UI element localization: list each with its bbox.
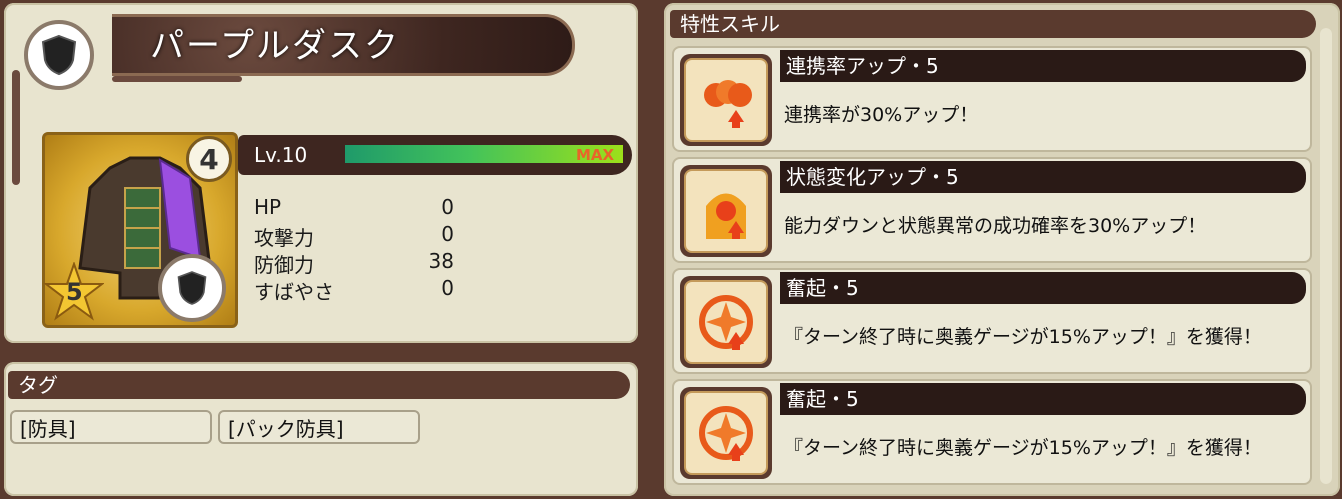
skill-description: 能力ダウンと状態異常の成功確率を30%アップ！ [784,215,1207,237]
stat-row: 攻撃力 0 [254,222,454,250]
skill-description: 『ターン終了時に奥義ゲージが15%アップ！』を獲得！ [784,326,1262,348]
stat-label: すばやさ [254,280,334,304]
ornament-frame [12,70,20,185]
skill-description: 『ターン終了時に奥義ゲージが15%アップ！』を獲得！ [784,437,1262,459]
stat-row: HP 0 [254,195,454,222]
skill-description: 連携率が30%アップ！ [784,104,979,126]
rouse-icon [684,391,768,475]
star-count: 5 [66,278,83,306]
stat-value: 0 [441,222,454,246]
stat-value: 0 [441,276,454,300]
max-label: MAX [576,146,615,164]
level-label: Lv.10 [254,143,308,167]
tag-header: タグ [8,371,630,399]
skill-name: 奮起・5 [780,383,1306,415]
status-change-icon [684,169,768,253]
item-name: パープルダスク [150,26,400,66]
shield-icon [158,254,226,322]
stat-row: 防御力 38 [254,249,454,277]
skill-icon-frame [680,276,772,368]
skill-item[interactable]: 奮起・5 『ターン終了時に奥義ゲージが15%アップ！』を獲得！ [672,268,1312,374]
tag-item[interactable]: [パック防具] [218,410,420,444]
scrollbar[interactable] [1320,28,1332,484]
tag-item[interactable]: [防具] [10,410,212,444]
skill-name: 状態変化アップ・5 [780,161,1306,193]
rarity-level-badge: 4 [186,136,232,182]
stat-row: すばやさ 0 [254,276,454,304]
skill-name: 連携率アップ・5 [780,50,1306,82]
skill-icon-frame [680,165,772,257]
skill-icon-frame [680,54,772,146]
ornament-frame [112,76,242,82]
chain-rate-icon [684,58,768,142]
skill-item[interactable]: 連携率アップ・5 連携率が30%アップ！ [672,46,1312,152]
stat-label: HP [254,195,282,219]
skill-item[interactable]: 状態変化アップ・5 能力ダウンと状態異常の成功確率を30%アップ！ [672,157,1312,263]
scroll-thumb[interactable] [1320,28,1332,484]
stats-list: HP 0 攻撃力 0 防御力 38 すばやさ 0 [254,195,454,304]
armor-type-icon [24,20,94,90]
rouse-icon [684,280,768,364]
skill-header: 特性スキル [670,10,1316,38]
stat-label: 防御力 [254,253,314,277]
skill-icon-frame [680,387,772,479]
stat-label: 攻撃力 [254,226,314,250]
skill-name: 奮起・5 [780,272,1306,304]
skill-item[interactable]: 奮起・5 『ターン終了時に奥義ゲージが15%アップ！』を獲得！ [672,379,1312,485]
stat-value: 38 [428,249,454,273]
stat-value: 0 [441,195,454,219]
